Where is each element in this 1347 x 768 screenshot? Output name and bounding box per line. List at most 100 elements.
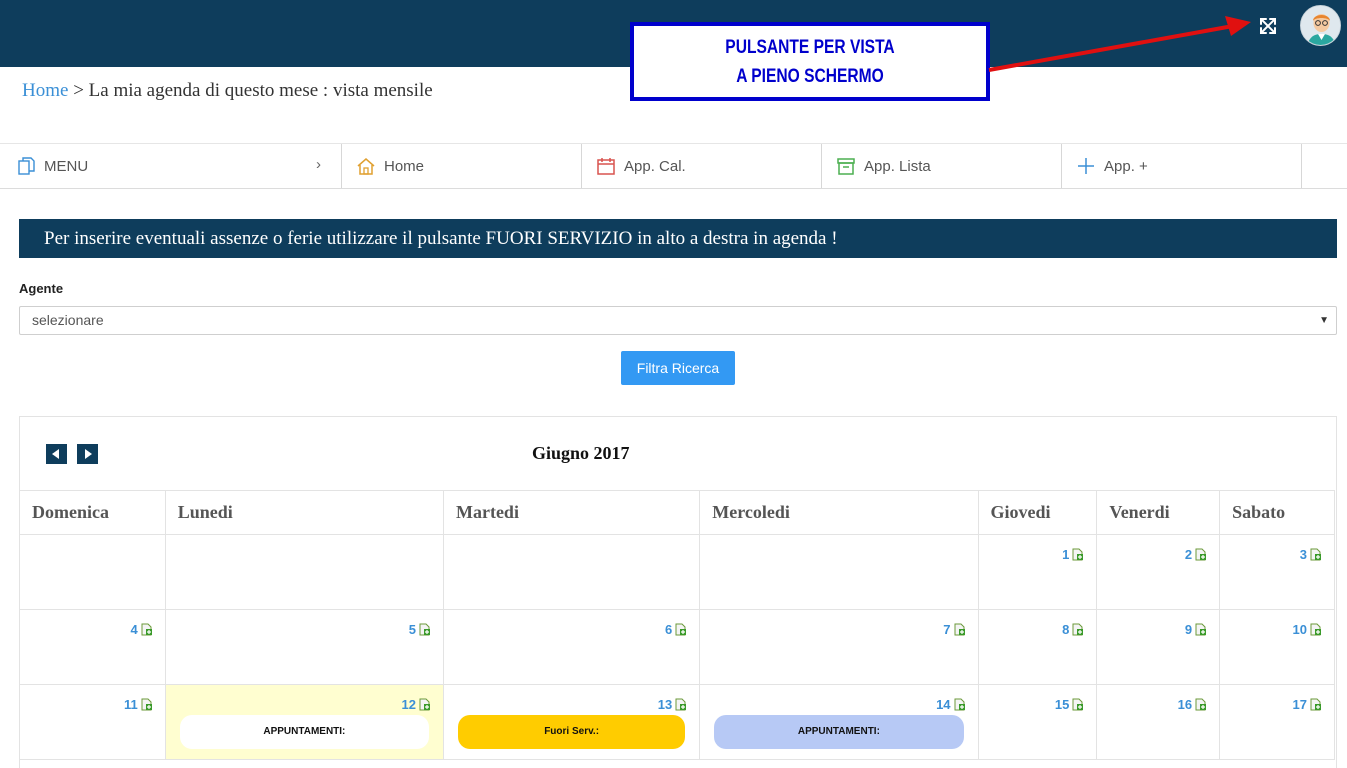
breadcrumb-home-link[interactable]: Home <box>22 80 68 101</box>
calendar-nav <box>46 444 98 464</box>
add-appointment-icon[interactable] <box>1195 698 1207 711</box>
day-cell[interactable]: 4 <box>19 609 166 685</box>
weekday-header: Venerdi <box>1096 490 1221 535</box>
add-appointment-icon[interactable] <box>141 623 153 636</box>
day-number-label: 4 <box>130 622 138 637</box>
add-appointment-icon[interactable] <box>1310 698 1322 711</box>
day-cell[interactable]: 15 <box>977 684 1098 760</box>
day-cell[interactable]: 10 <box>1219 609 1335 685</box>
add-appointment-icon[interactable] <box>675 698 687 711</box>
add-appointment-icon[interactable] <box>1195 548 1207 561</box>
day-cell[interactable]: 6 <box>442 609 701 685</box>
empty-day-cell <box>19 534 166 610</box>
event-pill[interactable]: APPUNTAMENTI: <box>714 715 964 749</box>
add-appointment-icon[interactable] <box>954 623 966 636</box>
nav-menu-label: MENU <box>44 157 89 175</box>
prev-month-button[interactable] <box>46 444 67 464</box>
next-month-button[interactable] <box>77 444 98 464</box>
add-appointment-icon[interactable] <box>1072 623 1084 636</box>
add-appointment-icon[interactable] <box>1072 548 1084 561</box>
day-cell[interactable]: 17 <box>1219 684 1335 760</box>
day-number[interactable]: 14 <box>936 697 965 712</box>
day-cell[interactable]: 2 <box>1096 534 1221 610</box>
annotation-line-1: PULSANTE PER VISTA <box>725 36 895 58</box>
user-avatar[interactable] <box>1300 5 1341 46</box>
day-number[interactable]: 11 <box>124 697 153 712</box>
weekday-header: Mercoledi <box>699 490 979 535</box>
day-number[interactable]: 6 <box>665 622 687 637</box>
day-number[interactable]: 1 <box>1062 547 1084 562</box>
nav-menu[interactable]: MENU › <box>0 144 342 188</box>
day-number-label: 16 <box>1177 697 1193 712</box>
nav-bar: MENU › Home App. Cal. App. Lista App. + <box>0 143 1347 189</box>
day-cell[interactable]: 3 <box>1219 534 1335 610</box>
day-cell[interactable]: 9 <box>1096 609 1221 685</box>
nav-app-calendar-label: App. Cal. <box>624 157 686 175</box>
day-cell[interactable]: 8 <box>977 609 1098 685</box>
day-number[interactable]: 2 <box>1185 547 1207 562</box>
day-number-label: 9 <box>1184 622 1193 637</box>
day-cell[interactable]: 14 APPUNTAMENTI: <box>699 684 979 760</box>
caret-down-icon: ▼ <box>1319 315 1329 326</box>
add-appointment-icon[interactable] <box>675 623 687 636</box>
nav-app-list[interactable]: App. Lista <box>822 144 1062 188</box>
day-number[interactable]: 4 <box>131 622 153 637</box>
day-cell[interactable]: 7 <box>699 609 979 685</box>
calendar-week-row: 4 5 6 7 8 9 10 <box>19 609 1335 685</box>
event-pill[interactable]: Fuori Serv.: <box>457 715 686 749</box>
agent-select[interactable]: selezionare ▼ <box>19 306 1337 335</box>
day-cell[interactable]: 16 <box>1096 684 1221 760</box>
calendar-week-row: 11 12 APPUNTAMENTI: 13 Fuori Serv.: 14 APPUNTA… <box>19 684 1335 760</box>
calendar-title: Giugno 2017 <box>532 443 630 463</box>
day-number[interactable]: 9 <box>1185 622 1207 637</box>
add-appointment-icon[interactable] <box>1310 623 1322 636</box>
add-appointment-icon[interactable] <box>1195 623 1207 636</box>
day-number[interactable]: 7 <box>943 622 965 637</box>
day-number[interactable]: 5 <box>409 622 431 637</box>
day-cell[interactable]: 11 <box>19 684 166 760</box>
add-appointment-icon[interactable] <box>1072 698 1084 711</box>
calendar-grid: Domenica Lunedi Martedi Mercoledi Gioved… <box>19 490 1335 760</box>
day-number-label: 11 <box>124 697 138 712</box>
nav-app-calendar[interactable]: App. Cal. <box>582 144 822 188</box>
day-cell[interactable]: 12 APPUNTAMENTI: <box>164 684 444 760</box>
day-cell[interactable]: 13 Fuori Serv.: <box>442 684 701 760</box>
chevron-right-icon: › <box>316 156 321 173</box>
empty-day-cell <box>442 534 701 610</box>
filter-search-button[interactable]: Filtra Ricerca <box>621 351 735 385</box>
day-number[interactable]: 8 <box>1062 622 1084 637</box>
day-number[interactable]: 10 <box>1293 622 1322 637</box>
day-number[interactable]: 3 <box>1300 547 1322 562</box>
add-appointment-icon[interactable] <box>419 698 431 711</box>
weekday-header-row: Domenica Lunedi Martedi Mercoledi Gioved… <box>19 490 1335 535</box>
user-avatar-icon <box>1301 6 1340 45</box>
day-cell[interactable]: 5 <box>164 609 444 685</box>
weekday-header: Giovedi <box>977 490 1098 535</box>
breadcrumb-separator: > <box>73 80 84 101</box>
nav-app-add[interactable]: App. + <box>1062 144 1302 188</box>
breadcrumb: Home > La mia agenda di questo mese : vi… <box>22 80 433 102</box>
day-number[interactable]: 13 <box>658 697 687 712</box>
weekday-header: Domenica <box>19 490 166 535</box>
day-number-label: 6 <box>665 622 673 637</box>
annotation-line-2: A PIENO SCHERMO <box>736 65 884 87</box>
fullscreen-button[interactable] <box>1256 14 1280 38</box>
add-appointment-icon[interactable] <box>1310 548 1322 561</box>
documents-icon <box>18 157 35 175</box>
nav-home[interactable]: Home <box>342 144 582 188</box>
day-number[interactable]: 17 <box>1293 697 1322 712</box>
day-number[interactable]: 12 <box>402 697 431 712</box>
add-appointment-icon[interactable] <box>419 623 431 636</box>
day-cell[interactable]: 1 <box>977 534 1098 610</box>
add-appointment-icon[interactable] <box>141 698 153 711</box>
day-number-label: 8 <box>1062 622 1070 637</box>
day-number[interactable]: 15 <box>1055 697 1084 712</box>
weekday-header: Lunedi <box>164 490 444 535</box>
day-number-label: 10 <box>1292 622 1307 637</box>
day-number-label: 5 <box>408 622 416 637</box>
day-number-label: 14 <box>936 697 951 712</box>
event-pill[interactable]: APPUNTAMENTI: <box>179 715 429 749</box>
agent-label: Agente <box>19 281 64 296</box>
day-number[interactable]: 16 <box>1178 697 1207 712</box>
add-appointment-icon[interactable] <box>954 698 966 711</box>
